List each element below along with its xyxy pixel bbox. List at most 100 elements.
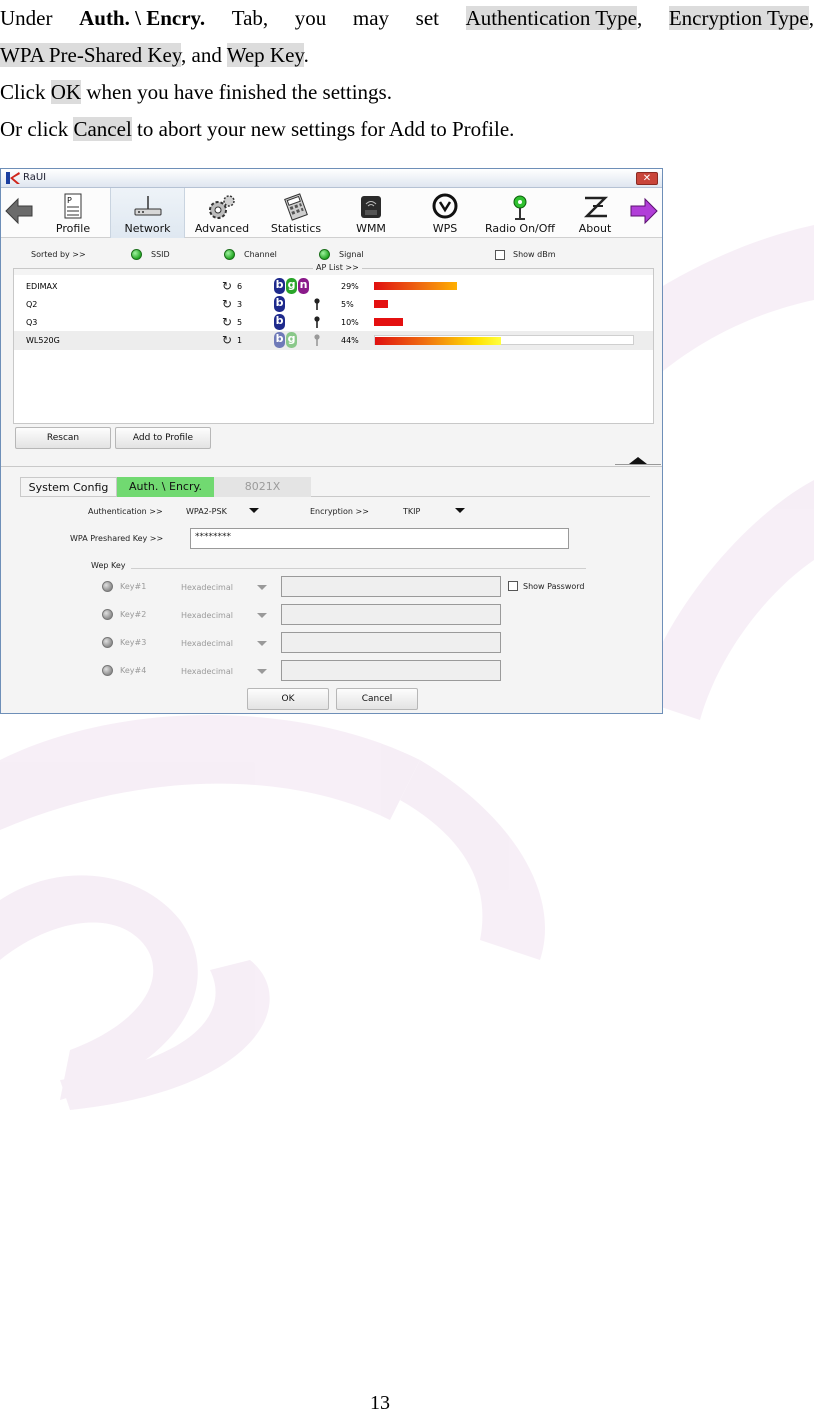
toolbar-wps-button[interactable]: WPS — [419, 188, 471, 238]
mode-b-icon: b — [274, 278, 285, 294]
wep-format-dropdown-icon[interactable] — [257, 669, 267, 674]
wpa-key-highlight: WPA Pre-Shared Key — [0, 43, 182, 67]
mode-n-icon: n — [298, 278, 309, 294]
sort-channel-radio[interactable] — [224, 249, 235, 260]
authentication-dropdown-icon[interactable] — [249, 508, 259, 513]
manual-line-1: Under Auth. \ Encry. Tab, you may set Au… — [0, 0, 814, 37]
toolbar-wmm-button[interactable]: WMM — [343, 188, 399, 238]
channel-icon: ↻ — [222, 315, 233, 329]
tab-system-config[interactable]: System Config — [20, 477, 117, 497]
back-arrow-icon[interactable] — [4, 196, 34, 226]
wep-key-label: Key#3 — [120, 638, 147, 647]
encryption-select[interactable]: TKIP — [403, 507, 420, 516]
ap-channel: 6 — [237, 282, 243, 291]
cancel-button[interactable]: Cancel — [336, 688, 418, 710]
rescan-button[interactable]: Rescan — [15, 427, 111, 449]
word: when you have finished the settings. — [81, 80, 392, 104]
sort-ssid-radio[interactable] — [131, 249, 142, 260]
ap-signal-text: 29% — [341, 282, 359, 291]
ap-list-row[interactable]: WL520G ↻ 1 b g 44% — [14, 331, 653, 350]
ap-ssid: EDIMAX — [26, 282, 58, 291]
show-password-checkbox[interactable] — [508, 581, 518, 591]
show-password-label: Show Password — [523, 582, 585, 591]
enc-type-phrase: Encryption Type, — [668, 0, 814, 37]
toolbar-label: Advanced — [194, 222, 250, 235]
encryption-dropdown-icon[interactable] — [455, 508, 465, 513]
toolbar-label: About — [578, 222, 612, 235]
toolbar-network-button[interactable]: Network — [110, 188, 185, 238]
wep-key-input[interactable] — [281, 660, 501, 681]
psk-input[interactable]: ******** — [190, 528, 569, 549]
mode-b-icon: b — [274, 296, 285, 312]
wep-key-radio[interactable] — [102, 665, 113, 676]
manual-line-2: WPA Pre-Shared Key, and Wep Key. — [0, 37, 814, 74]
cancel-highlight: Cancel — [73, 117, 132, 141]
toolbar-about-button[interactable]: About — [569, 188, 621, 238]
profile-icon: P — [64, 193, 82, 219]
window-title: RaUI — [23, 172, 47, 183]
forward-arrow-icon[interactable] — [629, 196, 659, 226]
wep-key-radio[interactable] — [102, 609, 113, 620]
toolbar-radio-onoff-button[interactable]: Radio On/Off — [479, 188, 561, 238]
mode-b-icon: b — [274, 314, 285, 330]
authentication-label: Authentication >> — [88, 507, 163, 516]
ok-button[interactable]: OK — [247, 688, 329, 710]
tab-auth-encry[interactable]: Auth. \ Encry. — [117, 477, 214, 497]
statistics-calculator-icon — [284, 193, 308, 221]
sorted-by-label: Sorted by >> — [31, 250, 86, 259]
wep-key-input[interactable] — [281, 632, 501, 653]
collapse-up-arrow-icon[interactable] — [615, 455, 661, 465]
ap-list-row[interactable]: Q3 ↻ 5 b 10% — [14, 313, 653, 332]
word: to abort your new settings for Add to Pr… — [131, 117, 515, 141]
manual-text: Under Auth. \ Encry. Tab, you may set Au… — [0, 0, 814, 148]
wep-format-dropdown-icon[interactable] — [257, 613, 267, 618]
close-button[interactable]: ✕ — [636, 172, 658, 185]
wmm-qos-icon — [361, 196, 381, 218]
toolbar: P Profile Network Advanced Statistics WM… — [1, 188, 662, 238]
word: Under — [0, 6, 53, 30]
wep-key-input[interactable] — [281, 576, 501, 597]
wep-key-input[interactable] — [281, 604, 501, 625]
toolbar-advanced-button[interactable]: Advanced — [189, 188, 255, 238]
toolbar-profile-button[interactable]: P Profile — [45, 188, 101, 238]
show-dbm-checkbox[interactable] — [495, 250, 505, 260]
mode-g-icon: g — [286, 332, 297, 348]
authentication-select[interactable]: WPA2-PSK — [186, 507, 227, 516]
wep-format-dropdown-icon[interactable] — [257, 585, 267, 590]
signal-bar-track — [374, 299, 634, 309]
wep-key-radio[interactable] — [102, 581, 113, 592]
add-to-profile-button[interactable]: Add to Profile — [115, 427, 211, 449]
toolbar-statistics-button[interactable]: Statistics — [263, 188, 329, 238]
ap-signal-text: 5% — [341, 300, 354, 309]
toolbar-label: Statistics — [270, 222, 322, 235]
ap-list-row[interactable]: EDIMAX ↻ 6 b g n 29% — [14, 277, 653, 296]
wep-key-group-line — [131, 568, 586, 569]
wep-key-format-select[interactable]: Hexadecimal — [181, 639, 233, 648]
ap-channel: 1 — [237, 336, 243, 345]
sort-signal-radio[interactable] — [319, 249, 330, 260]
ap-ssid: Q3 — [26, 318, 38, 327]
ap-list-row[interactable]: Q2 ↻ 3 b 5% — [14, 295, 653, 314]
ap-signal-text: 44% — [341, 336, 359, 345]
psk-label: WPA Preshared Key >> — [70, 534, 164, 543]
sort-channel-label: Channel — [244, 250, 277, 259]
wep-key-format-select[interactable]: Hexadecimal — [181, 583, 233, 592]
wep-format-dropdown-icon[interactable] — [257, 641, 267, 646]
comma: , — [636, 6, 643, 30]
wep-key-format-select[interactable]: Hexadecimal — [181, 667, 233, 676]
tab-8021x[interactable]: 8021X — [214, 477, 311, 497]
tab-name-bold: Auth. \ Encry. — [79, 6, 206, 30]
word: may — [352, 6, 390, 30]
lock-icon — [314, 334, 320, 346]
wep-key-radio[interactable] — [102, 637, 113, 648]
page-number: 13 — [370, 1392, 390, 1411]
channel-icon: ↻ — [222, 279, 233, 293]
ap-signal-text: 10% — [341, 318, 359, 327]
show-dbm-label: Show dBm — [513, 250, 556, 259]
manual-line-4: Or click Cancel to abort your new settin… — [0, 111, 814, 148]
manual-line-3: Click OK when you have finished the sett… — [0, 74, 814, 111]
wep-key-format-select[interactable]: Hexadecimal — [181, 611, 233, 620]
network-icon — [134, 196, 161, 216]
advanced-gears-icon — [209, 195, 235, 219]
toolbar-label: WMM — [356, 222, 386, 235]
